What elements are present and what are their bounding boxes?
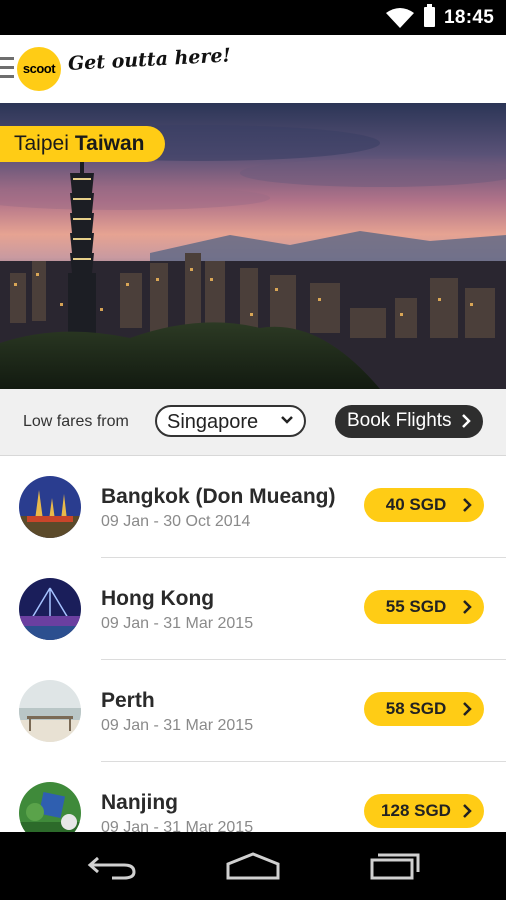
clock: 18:45	[444, 7, 495, 28]
destination-dates: 09 Jan - 31 Mar 2015	[101, 615, 254, 632]
hero-country: Taiwan	[74, 132, 145, 155]
destinations-list: Bangkok (Don Mueang) 09 Jan - 30 Oct 201…	[0, 456, 506, 832]
destination-name: Nanjing	[101, 791, 178, 814]
system-nav-bar	[0, 832, 506, 900]
tagline: Get outta here!	[67, 44, 232, 75]
battery-icon	[424, 4, 435, 27]
menu-icon[interactable]	[0, 57, 14, 81]
destination-dates: 09 Jan - 31 Mar 2015	[101, 717, 254, 734]
chevron-down-icon	[281, 416, 293, 424]
destination-row[interactable]: Perth 09 Jan - 31 Mar 2015 58 SGD	[0, 660, 506, 762]
hero-banner[interactable]: Taipei Taiwan	[0, 103, 506, 389]
back-icon[interactable]	[86, 852, 138, 880]
origin-value: Singapore	[167, 411, 259, 433]
chevron-right-icon	[462, 414, 471, 428]
chevron-right-icon	[463, 702, 472, 716]
chevron-right-icon	[463, 804, 472, 818]
destination-row[interactable]: Bangkok (Don Mueang) 09 Jan - 30 Oct 201…	[0, 456, 506, 558]
price-value: 40 SGD	[385, 495, 447, 514]
fare-bar: Low fares from Singapore Book Flights	[0, 389, 506, 456]
scoot-logo: scoot	[17, 47, 61, 91]
destination-thumbnail	[19, 782, 81, 832]
price-value: 55 SGD	[385, 597, 447, 616]
status-bar: 18:45	[0, 0, 506, 35]
destination-row[interactable]: Hong Kong 09 Jan - 31 Mar 2015 55 SGD	[0, 558, 506, 660]
destination-thumbnail	[19, 578, 81, 640]
destination-tag: Taipei Taiwan	[0, 126, 165, 162]
price-button[interactable]: 58 SGD	[364, 692, 484, 726]
destination-name: Perth	[101, 689, 155, 712]
destination-row[interactable]: Nanjing 09 Jan - 31 Mar 2015 128 SGD	[0, 762, 506, 832]
app-header: scoot Get outta here!	[0, 35, 506, 103]
destination-name: Bangkok (Don Mueang)	[101, 485, 336, 508]
price-button[interactable]: 128 SGD	[364, 794, 484, 828]
origin-dropdown[interactable]: Singapore	[155, 405, 306, 437]
destination-name: Hong Kong	[101, 587, 215, 610]
hero-city: Taipei	[14, 132, 69, 155]
low-fares-label: Low fares from	[23, 413, 129, 430]
price-button[interactable]: 55 SGD	[364, 590, 484, 624]
destination-thumbnail	[19, 476, 81, 538]
home-icon[interactable]	[226, 852, 280, 880]
price-value: 58 SGD	[385, 699, 447, 718]
destination-dates: 09 Jan - 30 Oct 2014	[101, 513, 251, 530]
destination-dates: 09 Jan - 31 Mar 2015	[101, 819, 254, 832]
price-value: 128 SGD	[381, 801, 451, 820]
chevron-right-icon	[463, 498, 472, 512]
wifi-icon	[386, 8, 414, 28]
recent-apps-icon[interactable]	[368, 852, 422, 880]
book-flights-label: Book Flights	[347, 410, 452, 431]
book-flights-button[interactable]: Book Flights	[335, 405, 483, 438]
destination-thumbnail	[19, 680, 81, 742]
chevron-right-icon	[463, 600, 472, 614]
price-button[interactable]: 40 SGD	[364, 488, 484, 522]
